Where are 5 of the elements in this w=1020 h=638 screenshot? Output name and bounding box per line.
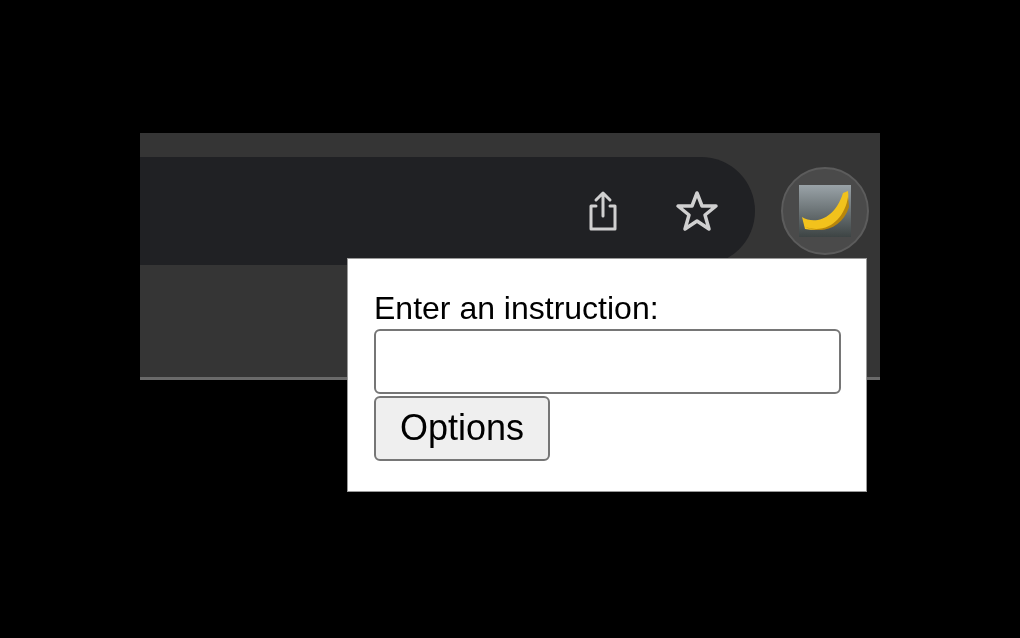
options-button[interactable]: Options (374, 395, 551, 461)
instruction-field[interactable] (374, 329, 841, 394)
instruction-label: Enter an instruction: (374, 289, 659, 327)
banana-icon (799, 185, 851, 237)
star-icon[interactable] (675, 189, 719, 233)
